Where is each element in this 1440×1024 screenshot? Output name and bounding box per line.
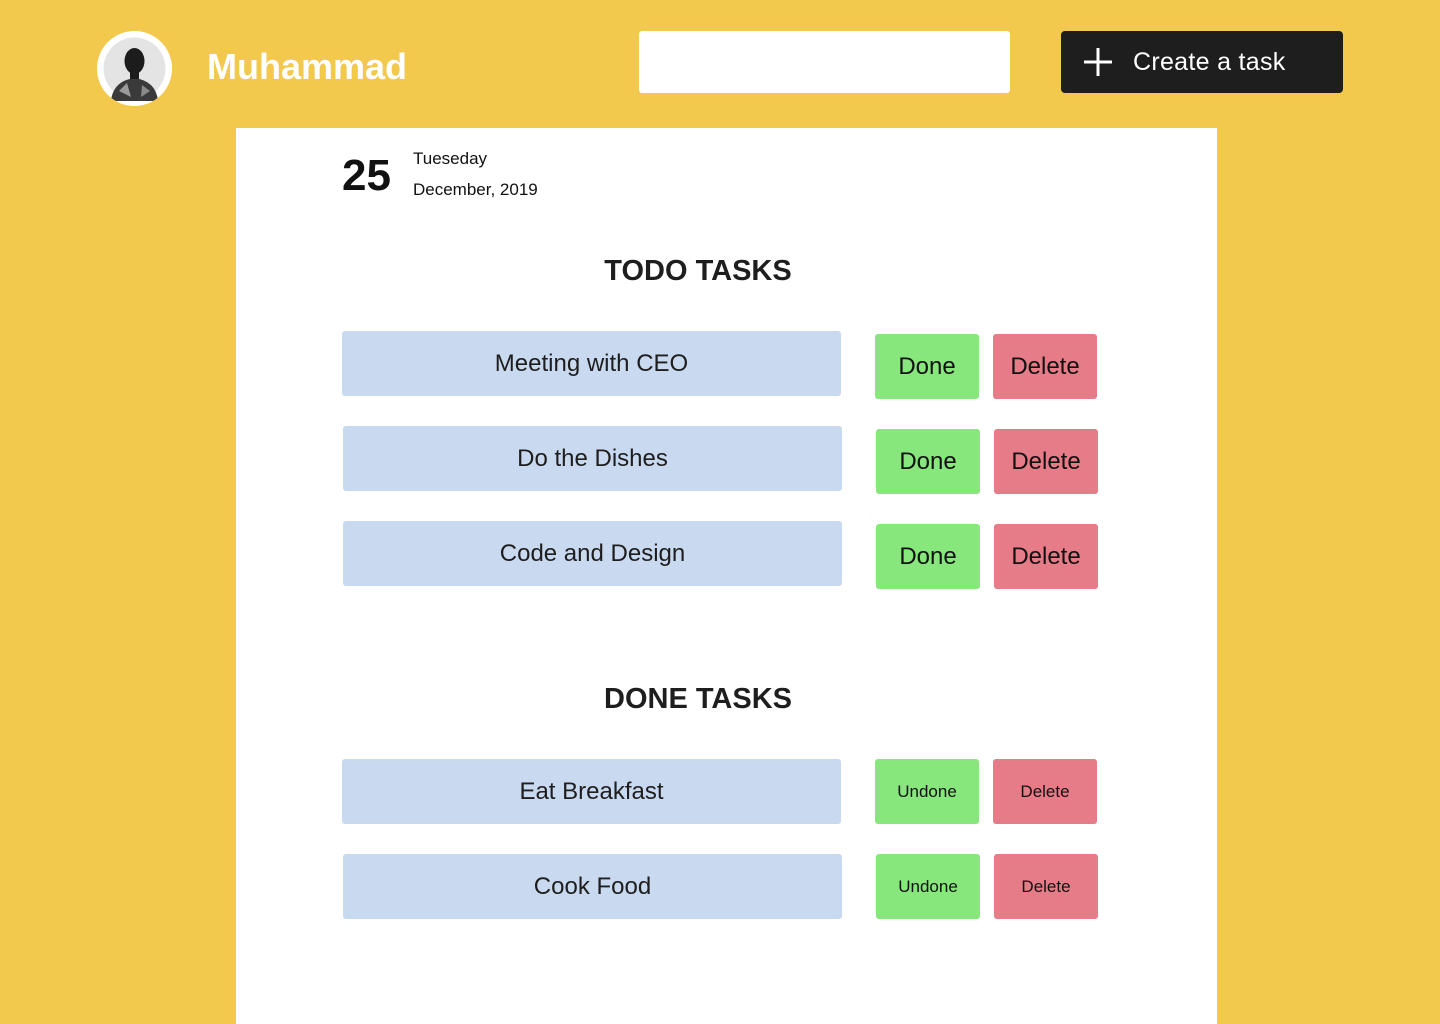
delete-button[interactable]: Delete <box>994 854 1098 919</box>
done-task: Cook Food <box>343 854 842 919</box>
date-day: 25 <box>342 151 391 200</box>
delete-button[interactable]: Delete <box>993 334 1097 399</box>
done-button[interactable]: Done <box>876 429 980 494</box>
delete-button[interactable]: Delete <box>994 429 1098 494</box>
undone-button[interactable]: Undone <box>875 759 979 824</box>
todo-task: Do the Dishes <box>343 426 842 491</box>
plus-icon <box>1084 48 1112 76</box>
done-heading: DONE TASKS <box>604 683 792 715</box>
date-month-year: December, 2019 <box>413 180 538 199</box>
create-task-label: Create a task <box>1133 47 1286 76</box>
done-button[interactable]: Done <box>875 334 979 399</box>
delete-button[interactable]: Delete <box>994 524 1098 589</box>
todo-task: Code and Design <box>343 521 842 586</box>
undone-button[interactable]: Undone <box>876 854 980 919</box>
delete-button[interactable]: Delete <box>993 759 1097 824</box>
done-task: Eat Breakfast <box>342 759 841 824</box>
create-task-button[interactable]: Create a task <box>1061 31 1343 93</box>
date-weekday: Tueseday <box>413 149 488 168</box>
done-button[interactable]: Done <box>876 524 980 589</box>
todo-heading: TODO TASKS <box>604 255 792 287</box>
todo-task: Meeting with CEO <box>342 331 841 396</box>
user-avatar-icon <box>97 31 172 106</box>
search-input[interactable] <box>639 31 1010 93</box>
username: Muhammad <box>207 46 408 87</box>
avatar[interactable] <box>97 31 172 106</box>
